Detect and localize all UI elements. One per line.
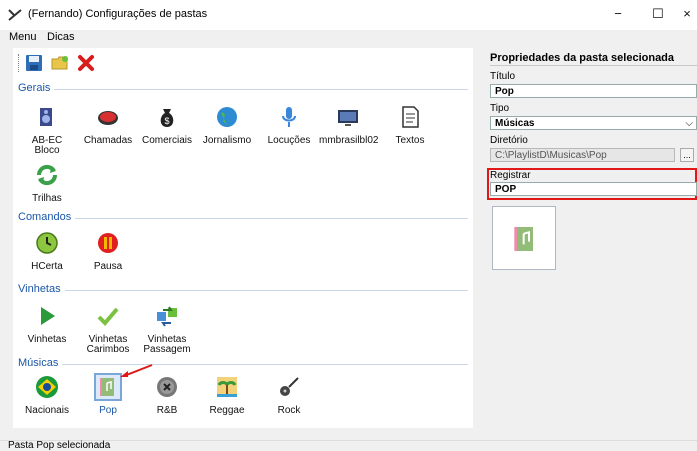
properties-divider [490,65,697,66]
vinyl-icon [157,377,177,397]
menu-bar: Menu Dicas [0,30,697,46]
titulo-field[interactable]: Pop [490,84,697,98]
group-divider [18,89,468,90]
properties-panel: Propriedades da pasta selecionada Título… [485,48,697,438]
folder-tile-comerciais[interactable]: $ Comerciais [138,105,196,146]
menu-item-menu[interactable]: Menu [9,31,37,43]
island-icon [217,377,237,397]
folder-tile-rock[interactable]: Rock [260,375,318,416]
tile-label: Nacionais [25,405,69,416]
group-title-vinhetas: Vinhetas [18,283,65,295]
clock-icon [36,232,58,254]
pause-icon [98,233,118,253]
folder-icon-button[interactable] [492,206,556,270]
brazil-flag-icon [36,376,58,398]
guitar-icon [280,377,299,396]
status-bar: Pasta Pop selecionada [0,440,697,451]
document-icon [402,106,419,128]
speaker-icon [40,108,52,126]
money-bag-icon: $ [160,109,174,127]
registrar-label: Registrar [490,170,531,181]
delete-icon[interactable] [77,54,95,72]
diretorio-field[interactable]: C:\PlaylistD\Musicas\Pop [490,148,675,162]
close-window-button[interactable]: × [677,4,697,24]
tile-label: AB-EC Bloco [31,135,63,156]
folders-panel: Gerais AB-EC Bloco Chamadas $ Comerciais… [13,48,473,428]
diretorio-label: Diretório [490,135,528,146]
tipo-select[interactable]: Músicas ⌵ [490,116,697,130]
tile-label: R&B [156,405,178,416]
folder-tile-reggae[interactable]: Reggae [198,375,256,416]
tile-label: mmbrasilbl02 [319,135,379,146]
folder-tile-vinhetas-passagem[interactable]: Vinhetas Passagem [138,304,196,355]
group-title-comandos: Comandos [18,211,76,223]
refresh-icon [36,164,58,186]
tile-label: Pausa [93,261,123,272]
app-logo-icon [8,9,22,21]
menu-item-dicas[interactable]: Dicas [47,31,75,43]
folder-tile-mmbrasilbl02[interactable]: mmbrasilbl02 [319,105,379,146]
tile-label: Vinhetas [27,334,67,345]
tile-label: Comerciais [141,135,192,146]
tipo-label: Tipo [490,103,510,114]
folder-tile-pausa[interactable]: Pausa [79,231,137,272]
checkmark-icon [97,307,119,326]
svg-text:$: $ [164,116,169,126]
group-title-gerais: Gerais [18,82,55,94]
title-bar: (Fernando) Configurações de pastas − ☐ × [0,0,697,30]
monitor-icon [338,110,358,126]
toolbar-grip [18,54,21,72]
tile-label: Vinhetas Passagem [143,334,191,355]
red-arrow-annotation [120,364,153,377]
tile-label: Rock [277,405,301,416]
properties-title: Propriedades da pasta selecionada [490,52,675,64]
group-divider [18,290,468,291]
group-title-musicas: Músicas [18,357,63,369]
minimize-button[interactable]: − [603,4,633,24]
browse-button[interactable]: ... [680,148,694,162]
group-divider [18,364,468,365]
tile-label: Trilhas [32,193,62,204]
globe-icon [217,107,237,127]
tile-label: HCerta [31,261,63,272]
folder-tile-ab-ec-bloco[interactable]: AB-EC Bloco [18,105,76,156]
folder-tile-vinhetas[interactable]: Vinhetas [18,304,76,345]
folder-tile-textos[interactable]: Textos [381,105,439,146]
window-title: (Fernando) Configurações de pastas [28,8,208,20]
tile-label: Locuções [267,135,311,146]
transfer-icon [157,306,177,327]
folder-tile-pop[interactable]: Pop [79,373,137,416]
music-book-icon [514,227,533,251]
play-arrow-icon [41,307,55,325]
add-folder-icon[interactable] [51,54,69,72]
tile-label: Vinhetas Carimbos [86,334,130,355]
tile-label: Chamadas [83,135,133,146]
microphone-icon [282,107,296,127]
folder-tile-vinhetas-carimbos[interactable]: Vinhetas Carimbos [79,304,137,355]
folder-tile-nacionais[interactable]: Nacionais [18,375,76,416]
group-divider [18,218,468,219]
tile-label: Reggae [209,405,245,416]
music-book-icon [94,373,122,401]
maximize-button[interactable]: ☐ [643,4,673,24]
tile-label: Jornalismo [202,135,252,146]
tile-label: Textos [395,135,425,146]
titulo-label: Título [490,71,516,82]
tipo-selected-value: Músicas [495,118,535,129]
tile-label: Pop [99,405,117,416]
save-icon[interactable] [25,54,43,72]
folder-tile-rnb[interactable]: R&B [138,375,196,416]
chevron-down-icon: ⌵ [685,118,693,129]
red-disc-icon [98,111,118,125]
registrar-field[interactable]: POP [490,182,697,196]
folder-tile-trilhas[interactable]: Trilhas [18,163,76,204]
folder-tile-hcerta[interactable]: HCerta [18,231,76,272]
folder-tile-locucoes[interactable]: Locuções [260,105,318,146]
folder-tile-jornalismo[interactable]: Jornalismo [198,105,256,146]
folder-tile-chamadas[interactable]: Chamadas [79,105,137,146]
